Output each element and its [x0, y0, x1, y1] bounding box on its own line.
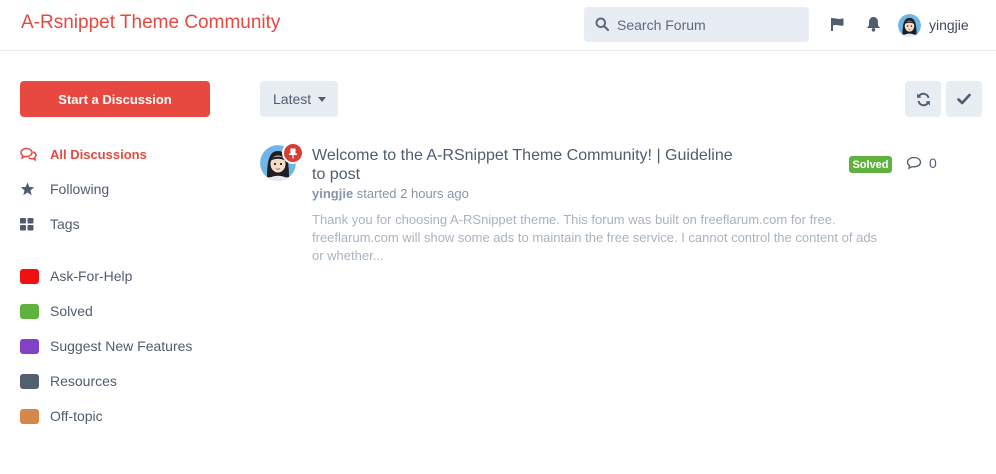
tag-label: Solved [50, 303, 93, 319]
nav-tags[interactable]: Tags [20, 214, 80, 234]
reply-count[interactable]: 0 [906, 155, 937, 171]
nav-following[interactable]: Following [20, 179, 109, 199]
discussion-time: started 2 hours ago [353, 186, 469, 201]
avatar [898, 13, 921, 37]
discussion-excerpt: Thank you for choosing A-RSnippet theme.… [312, 212, 878, 263]
discussion-meta: yingjie started 2 hours ago [312, 186, 469, 201]
forum-title[interactable]: A-Rsnippet Theme Community [21, 12, 280, 34]
comments-icon [20, 146, 40, 162]
search-icon [595, 17, 609, 31]
tag-label: Suggest New Features [50, 338, 193, 354]
star-icon [20, 181, 40, 197]
bell-icon [866, 17, 880, 32]
flag-icon [830, 17, 843, 31]
caret-down-icon [318, 96, 327, 102]
comment-icon [906, 156, 922, 170]
user-menu[interactable]: yingjie [898, 12, 969, 38]
nav-label: All Discussions [50, 147, 147, 162]
mark-all-read-button[interactable] [946, 81, 982, 117]
tags-grid-icon [20, 216, 40, 232]
search-input[interactable] [617, 7, 802, 42]
user-name: yingjie [929, 17, 969, 33]
tag-color-swatch [20, 268, 39, 284]
reply-count-value: 0 [929, 155, 937, 171]
nav-label: Following [50, 181, 110, 197]
tag-label: Ask-For-Help [50, 268, 133, 284]
notifications-button[interactable] [864, 15, 882, 33]
tag-off-topic[interactable]: Off-topic [20, 406, 103, 426]
check-icon [957, 93, 971, 105]
sort-dropdown[interactable]: Latest [260, 81, 338, 117]
refresh-icon [916, 92, 930, 106]
discussion-author[interactable]: yingjie [312, 186, 353, 201]
header-bar: A-Rsnippet Theme Community Search Forum … [0, 0, 996, 51]
tag-label: Resources [50, 373, 117, 389]
sort-label: Latest [273, 91, 312, 107]
tag-solved[interactable]: Solved [20, 301, 93, 321]
sticky-badge [282, 142, 304, 164]
tag-color-swatch [20, 408, 39, 424]
tag-label: Off-topic [50, 408, 103, 424]
tag-suggest-new-features[interactable]: Suggest New Features [20, 336, 192, 356]
user-avatar-icon [898, 13, 921, 37]
discussion-author-avatar[interactable] [260, 142, 304, 181]
nav-label: Tags [50, 216, 80, 232]
nav-all-discussions[interactable]: All Discussions [20, 144, 147, 164]
flags-button[interactable] [828, 15, 846, 33]
pin-icon [289, 148, 297, 158]
tag-ask-for-help[interactable]: Ask-For-Help [20, 266, 132, 286]
refresh-button[interactable] [905, 81, 941, 117]
tag-color-swatch [20, 303, 39, 319]
discussion-title[interactable]: Welcome to the A-RSnippet Theme Communit… [312, 146, 742, 184]
start-discussion-button[interactable]: Start a Discussion [20, 81, 210, 117]
tag-resources[interactable]: Resources [20, 371, 117, 391]
search-box[interactable] [584, 7, 809, 42]
tag-color-swatch [20, 373, 39, 389]
tag-color-swatch [20, 338, 39, 354]
solved-badge: Solved [849, 156, 892, 173]
